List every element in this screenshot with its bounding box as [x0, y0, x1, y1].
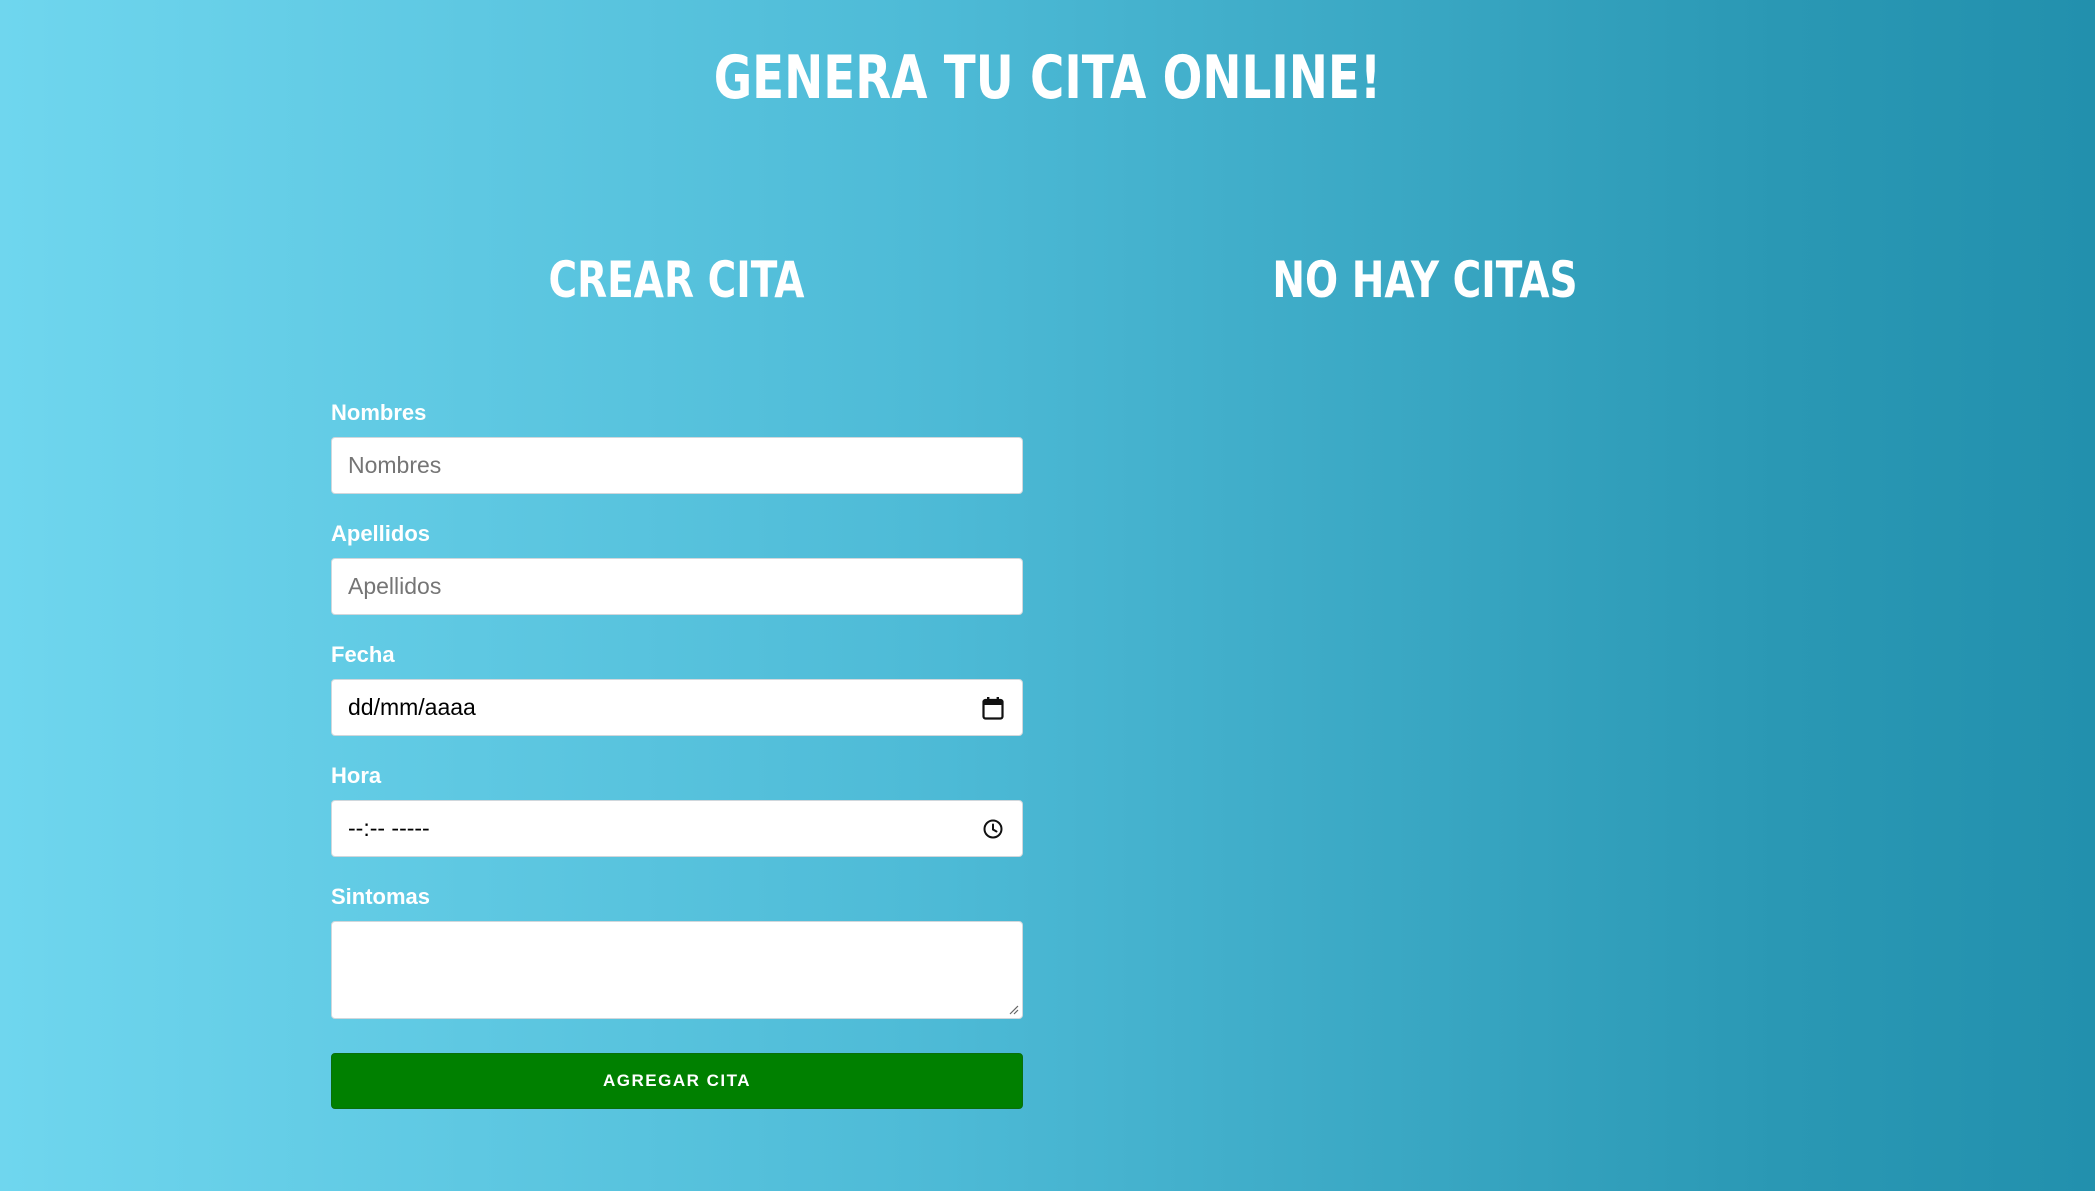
fecha-label: Fecha: [331, 642, 395, 667]
nombres-field[interactable]: [331, 437, 1023, 494]
resize-handle-icon[interactable]: [1007, 1003, 1019, 1015]
fecha-input[interactable]: dd/mm/aaaa: [331, 679, 1023, 736]
sintomas-textarea[interactable]: [332, 922, 1022, 1018]
page-title: Genera tu cita online!: [713, 43, 1382, 113]
apellidos-input[interactable]: [348, 559, 1006, 614]
no-appointments-title: No hay citas: [1272, 251, 1578, 309]
apellidos-label: Apellidos: [331, 521, 431, 546]
fecha-placeholder: dd/mm/aaaa: [348, 694, 476, 720]
add-appointment-button[interactable]: Agregar cita: [331, 1053, 1023, 1109]
create-appointment-title: Crear cita: [548, 251, 805, 309]
appointment-form: Nombres Apellidos Fecha dd/mm/aaaa Hora …: [331, 396, 1023, 1109]
hora-input[interactable]: --:-- -----: [331, 800, 1023, 857]
hora-label: Hora: [331, 763, 382, 788]
hora-placeholder: --:-- -----: [348, 815, 430, 841]
nombres-label: Nombres: [331, 400, 427, 425]
sintomas-field[interactable]: [331, 921, 1023, 1019]
calendar-icon[interactable]: [980, 695, 1006, 721]
apellidos-field[interactable]: [331, 558, 1023, 615]
clock-icon[interactable]: [980, 816, 1006, 842]
nombres-input[interactable]: [348, 438, 1006, 493]
sintomas-label: Sintomas: [331, 884, 431, 909]
